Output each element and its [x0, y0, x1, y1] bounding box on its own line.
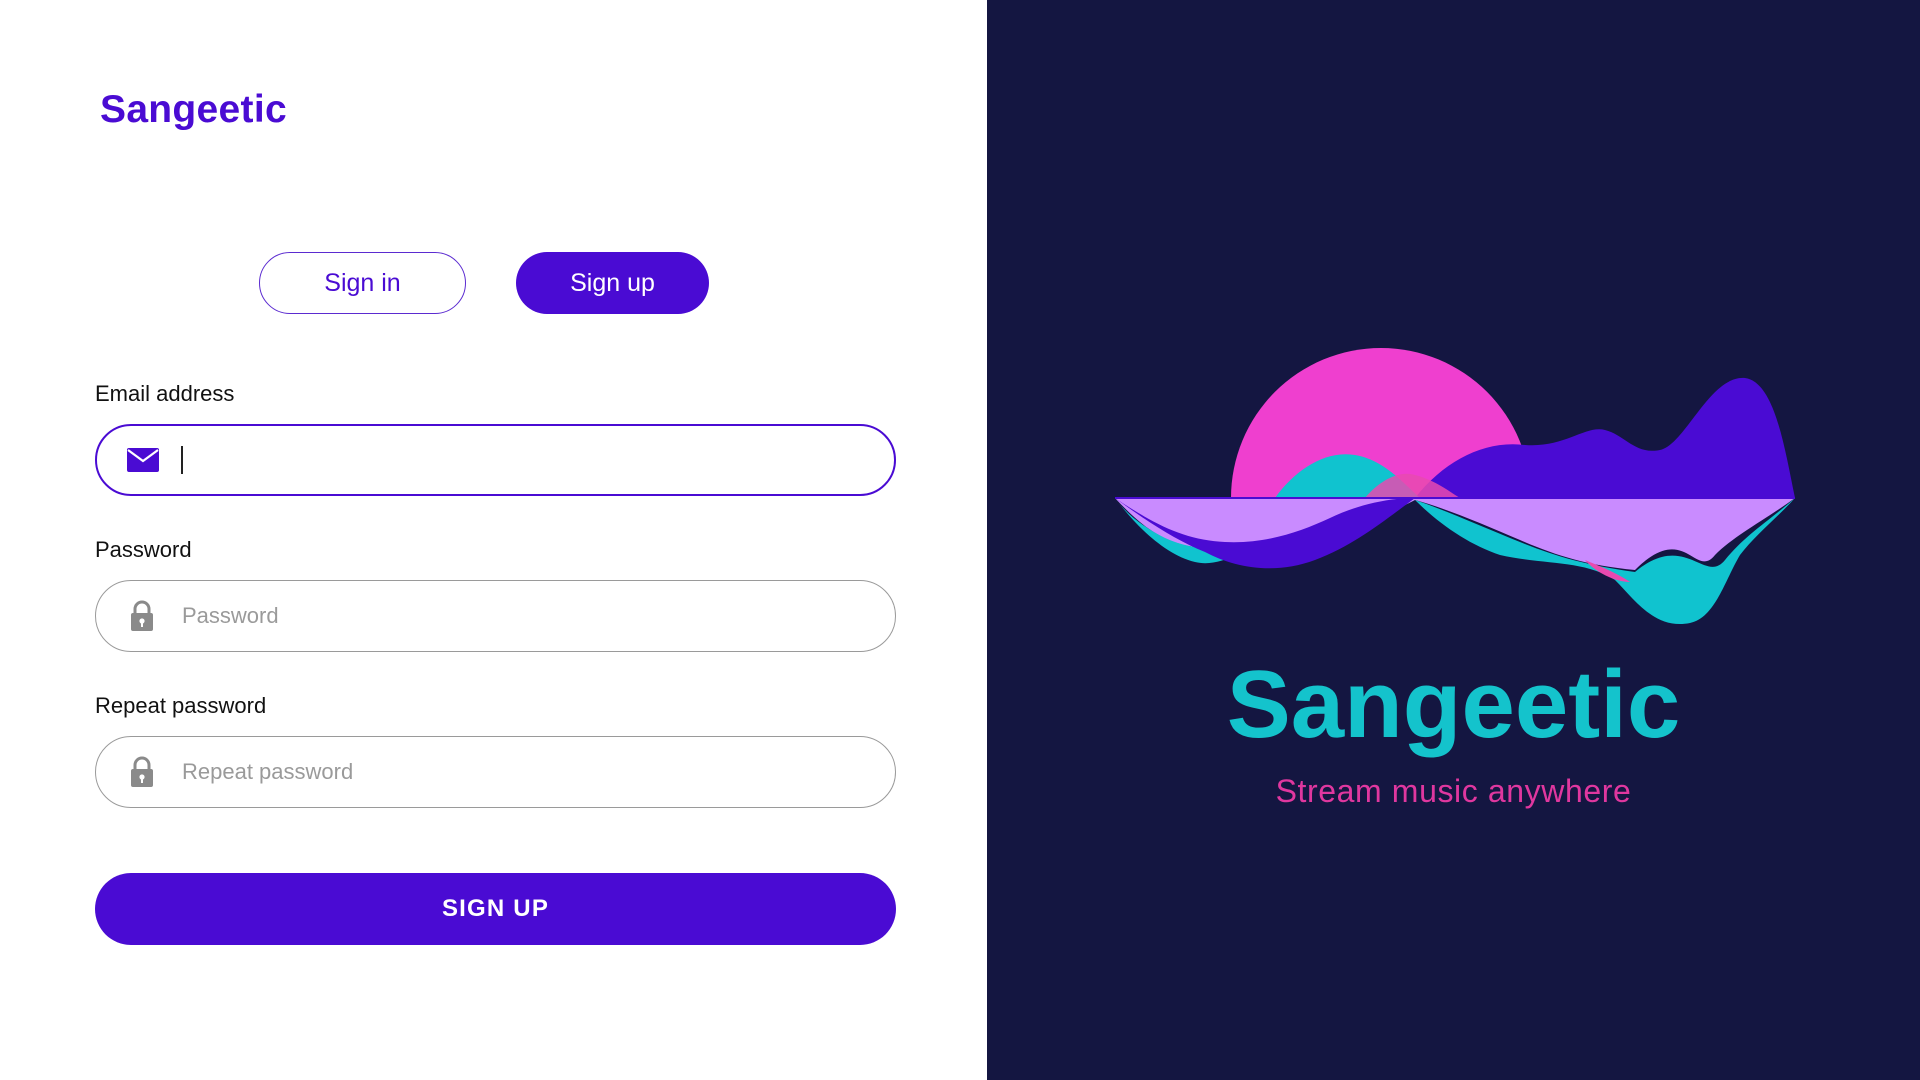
- hero-tagline: Stream music anywhere: [1275, 773, 1632, 809]
- email-field[interactable]: [95, 424, 896, 496]
- lock-icon: [126, 756, 158, 788]
- sign-up-button[interactable]: SIGN UP: [95, 873, 896, 945]
- email-input[interactable]: [181, 426, 864, 494]
- repeat-password-field[interactable]: [95, 736, 896, 808]
- brand-logo[interactable]: Sangeetic: [100, 88, 287, 132]
- password-field[interactable]: [95, 580, 896, 652]
- repeat-password-label: Repeat password: [95, 693, 267, 718]
- repeat-password-input[interactable]: [180, 737, 865, 807]
- lock-icon: [126, 600, 158, 632]
- password-input[interactable]: [180, 581, 865, 651]
- sound-wave-logo-illustration: [1115, 348, 1795, 625]
- auth-panel: Sangeetic Sign in Sign up Email address …: [0, 0, 987, 1080]
- password-label: Password: [95, 537, 192, 562]
- horizon-line: [1115, 497, 1795, 499]
- tab-sign-up[interactable]: Sign up: [516, 252, 709, 314]
- hero-title: Sangeetic: [1226, 651, 1681, 758]
- email-label: Email address: [95, 381, 235, 406]
- tab-sign-in[interactable]: Sign in: [259, 252, 466, 314]
- envelope-icon: [127, 444, 159, 476]
